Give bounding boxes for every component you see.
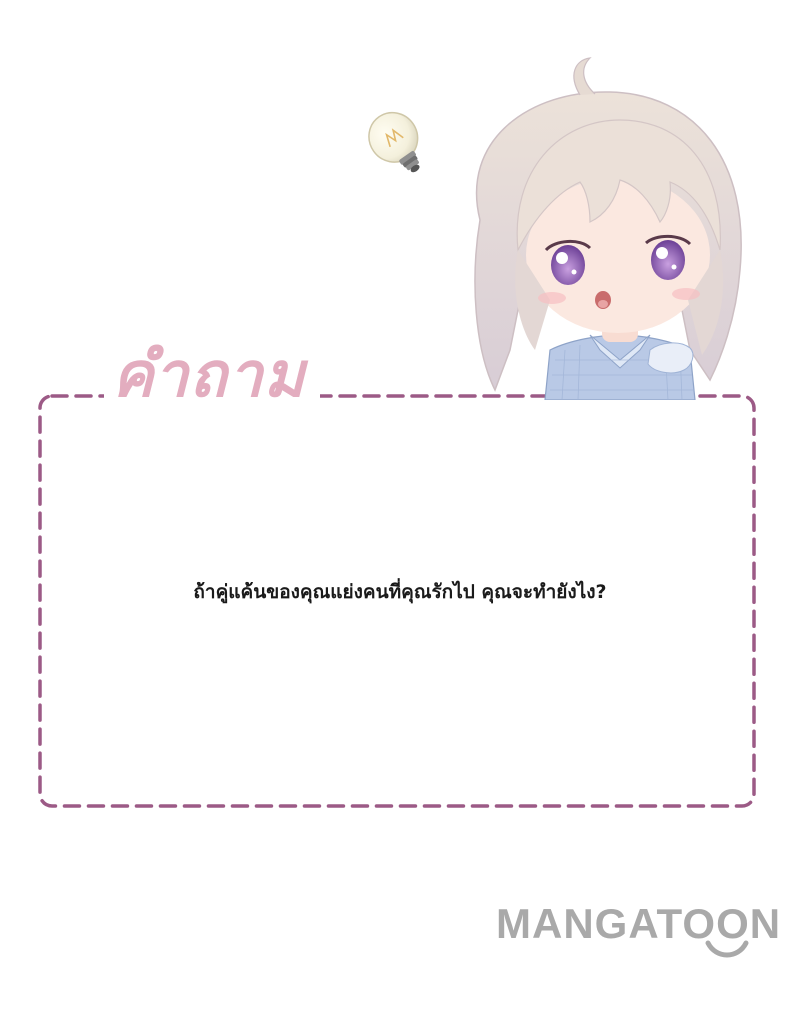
brand-logo: MANGATOON: [496, 893, 800, 963]
chibi-girl-icon: [474, 57, 742, 400]
page: คำถาม ถ้าคู่แค้นของคุณแย่งคนที่คุณรักไป …: [0, 0, 800, 1015]
smile-icon: [705, 940, 749, 958]
question-text: ถ้าคู่แค้นของคุณแย่งคนที่คุณรักไป คุณจะท…: [193, 581, 607, 603]
light-bulb-icon: [368, 111, 420, 173]
card-heading: คำถาม: [104, 330, 320, 420]
